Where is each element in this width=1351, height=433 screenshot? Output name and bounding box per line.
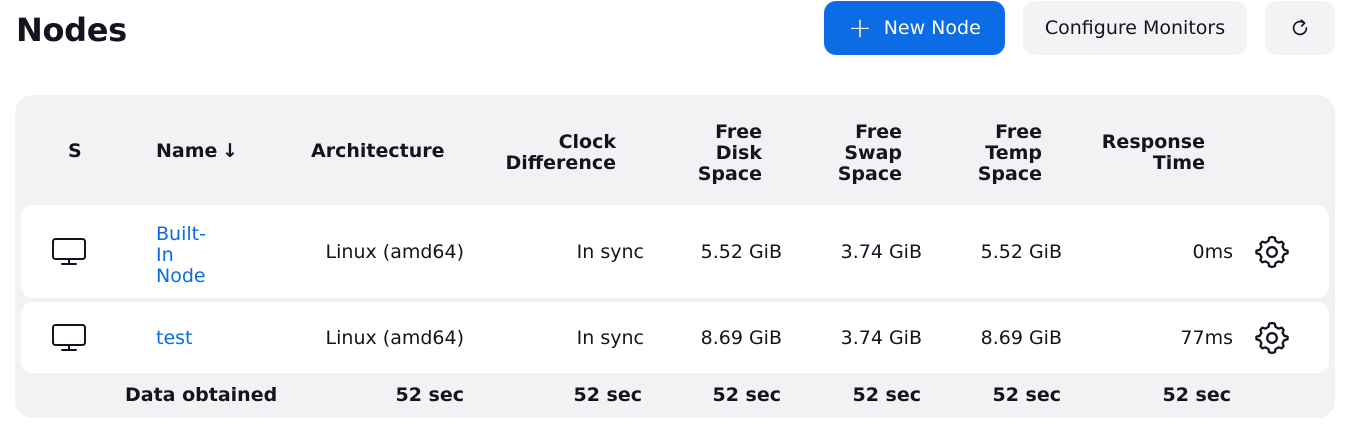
footer-swap: 52 sec xyxy=(852,384,921,406)
table-row: Built- In Node Linux (amd64) In sync 5.5… xyxy=(21,205,1329,298)
header-architecture[interactable]: Architecture xyxy=(311,141,444,162)
free-temp-cell: 8.69 GiB xyxy=(980,327,1062,349)
header-name[interactable]: Name xyxy=(156,141,217,162)
nodes-table: S Name ↓ Architecture Clock Difference F… xyxy=(15,95,1335,418)
clock-difference-cell: In sync xyxy=(576,327,644,349)
response-time-cell: 77ms xyxy=(1180,327,1233,349)
response-time-cell: 0ms xyxy=(1192,241,1234,263)
sort-arrow-down-icon[interactable]: ↓ xyxy=(222,141,238,162)
configure-monitors-label: Configure Monitors xyxy=(1044,17,1226,39)
configure-monitors-button[interactable]: Configure Monitors xyxy=(1023,1,1247,55)
gear-icon[interactable] xyxy=(1255,321,1289,355)
clock-difference-cell: In sync xyxy=(576,241,644,263)
free-swap-cell: 3.74 GiB xyxy=(840,327,922,349)
refresh-button[interactable] xyxy=(1265,1,1335,55)
computer-icon xyxy=(51,323,87,353)
new-node-button[interactable]: + New Node xyxy=(824,1,1005,55)
footer-temp: 52 sec xyxy=(992,384,1061,406)
free-swap-cell: 3.74 GiB xyxy=(840,241,922,263)
node-link-built-in-node[interactable]: Built- In Node xyxy=(156,224,206,287)
table-row: test Linux (amd64) In sync 8.69 GiB 3.74… xyxy=(21,302,1329,373)
page-title: Nodes xyxy=(16,11,127,49)
footer-disk: 52 sec xyxy=(712,384,781,406)
refresh-icon xyxy=(1289,17,1311,39)
free-temp-cell: 5.52 GiB xyxy=(980,241,1062,263)
footer-architecture: 52 sec xyxy=(395,384,464,406)
footer-clock: 52 sec xyxy=(573,384,642,406)
architecture-cell: Linux (amd64) xyxy=(325,241,464,263)
data-obtained-label: Data obtained xyxy=(125,384,278,406)
new-node-label: New Node xyxy=(883,17,981,39)
header-status[interactable]: S xyxy=(68,141,82,162)
free-disk-cell: 5.52 GiB xyxy=(700,241,782,263)
architecture-cell: Linux (amd64) xyxy=(325,327,464,349)
computer-icon xyxy=(51,237,87,267)
free-disk-cell: 8.69 GiB xyxy=(700,327,782,349)
node-link-test[interactable]: test xyxy=(156,328,193,349)
gear-icon[interactable] xyxy=(1255,235,1289,269)
plus-icon: + xyxy=(848,11,872,44)
table-footer: Data obtained 52 sec 52 sec 52 sec 52 se… xyxy=(21,373,1329,413)
footer-response: 52 sec xyxy=(1162,384,1231,406)
